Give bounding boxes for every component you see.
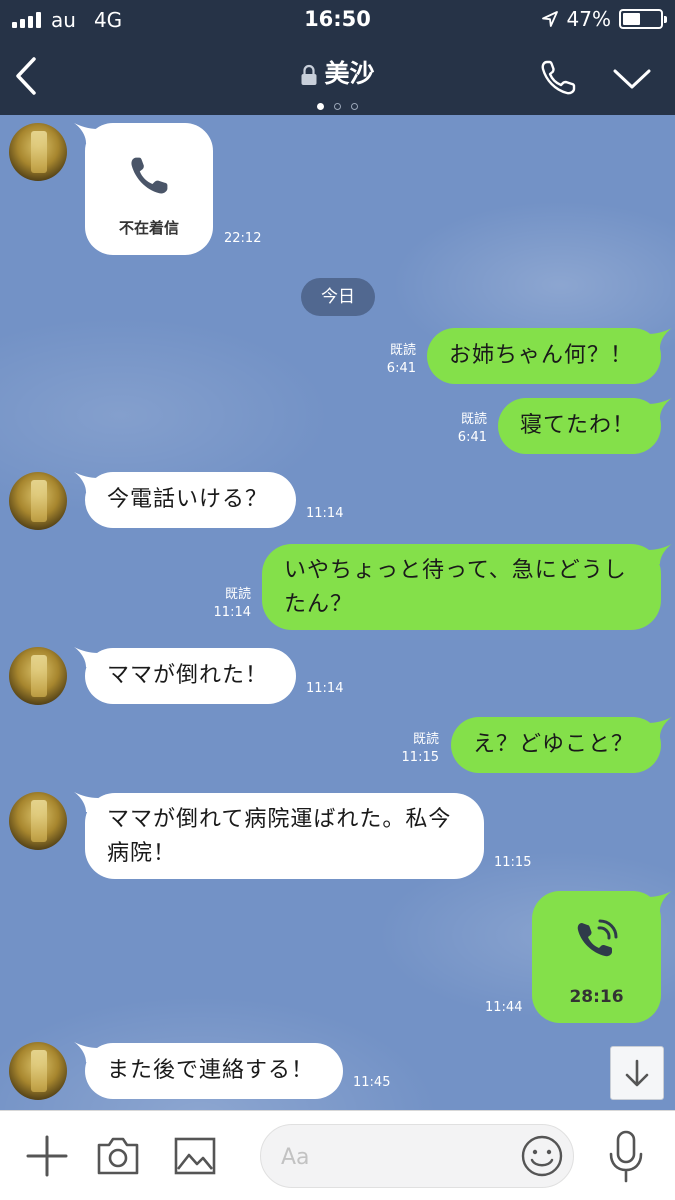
battery-icon	[619, 9, 667, 29]
contact-name: 美沙	[324, 59, 375, 88]
bubble-tail	[648, 398, 672, 418]
phone-call-outgoing-icon	[577, 919, 618, 957]
message-text-line: ママが倒れて病院運ばれた。私今	[107, 807, 452, 832]
battery-percent: 47%	[566, 7, 611, 31]
page-dot-1	[317, 103, 324, 110]
message-text: え？どゆこと？	[473, 732, 635, 757]
message-text: ママが倒れた！	[107, 663, 269, 688]
message-input[interactable]	[281, 1139, 511, 1175]
bubble-tail	[648, 544, 672, 564]
scroll-to-bottom-button[interactable]	[610, 1046, 664, 1100]
message-time: 11:14	[306, 506, 344, 521]
message-text-line: いやちょっと待って、急にどうし	[284, 558, 627, 583]
message-time: 11:15	[494, 855, 532, 870]
read-receipt: 既読 6:41	[457, 412, 487, 445]
message-text: 寝てたわ！	[520, 413, 636, 438]
avatar[interactable]	[9, 1042, 67, 1100]
missed-call-card[interactable]: 不在着信	[85, 123, 213, 255]
read-receipt: 既読 11:14	[213, 587, 251, 620]
status-bar: au 4G 16:50 47%	[0, 0, 675, 38]
bubble-tail	[648, 891, 672, 911]
bubble-tail	[648, 717, 672, 737]
camera-icon[interactable]	[96, 1135, 140, 1177]
status-right: 47%	[541, 7, 667, 31]
microphone-icon[interactable]	[606, 1129, 646, 1185]
message-bubble-out[interactable]: 寝てたわ！	[498, 398, 661, 454]
message-time: 11:45	[353, 1075, 391, 1090]
call-duration-card[interactable]: 28:16	[532, 891, 661, 1023]
message-bubble-in[interactable]: ママが倒れて病院運ばれた。私今 病院！	[85, 793, 484, 879]
avatar[interactable]	[9, 472, 67, 530]
message-bubble-in[interactable]: また後で連絡する！	[85, 1043, 343, 1099]
bubble-tail	[648, 328, 672, 348]
chat-header: 美沙	[0, 38, 675, 115]
read-receipt: 既読 11:15	[401, 732, 439, 765]
phone-icon	[131, 157, 168, 194]
message-bubble-in[interactable]: 今電話いける？	[85, 472, 296, 528]
message-text: また後で連絡する！	[107, 1058, 315, 1083]
chat-area[interactable]: 不在着信 22:12 今日 既読 6:41 お姉ちゃん何？！ 既読 6:41 寝てた…	[0, 115, 675, 1110]
message-input-bar	[0, 1110, 675, 1200]
page-dot-2	[334, 103, 341, 110]
date-divider: 今日	[301, 278, 375, 316]
avatar[interactable]	[9, 647, 67, 705]
location-arrow-icon	[541, 11, 558, 27]
plus-icon[interactable]	[24, 1133, 70, 1179]
arrow-down-icon	[625, 1059, 649, 1087]
message-bubble-out[interactable]: え？どゆこと？	[451, 717, 661, 773]
message-text: 今電話いける？	[107, 487, 269, 512]
avatar[interactable]	[9, 792, 67, 850]
message-bubble-out[interactable]: いやちょっと待って、急にどうし たん？	[262, 544, 661, 630]
missed-call-label: 不在着信	[118, 219, 179, 237]
message-text: お姉ちゃん何？！	[449, 343, 634, 368]
read-receipt: 既読 6:41	[386, 343, 416, 376]
message-text-line: たん？	[284, 592, 354, 617]
emoji-icon[interactable]	[520, 1134, 564, 1178]
avatar[interactable]	[9, 123, 67, 181]
lock-icon	[301, 64, 317, 85]
page-dot-3	[351, 103, 358, 110]
call-duration: 28:16	[569, 987, 624, 1007]
phone-call-icon[interactable]	[538, 58, 578, 98]
message-bubble-out[interactable]: お姉ちゃん何？！	[427, 328, 661, 384]
chevron-down-icon[interactable]	[612, 66, 652, 92]
message-bubble-in[interactable]: ママが倒れた！	[85, 648, 296, 704]
message-time: 11:44	[485, 1000, 523, 1015]
message-text-line: 病院！	[107, 841, 177, 866]
message-time: 11:14	[306, 681, 344, 696]
image-icon[interactable]	[174, 1137, 216, 1175]
message-time: 22:12	[224, 231, 262, 246]
